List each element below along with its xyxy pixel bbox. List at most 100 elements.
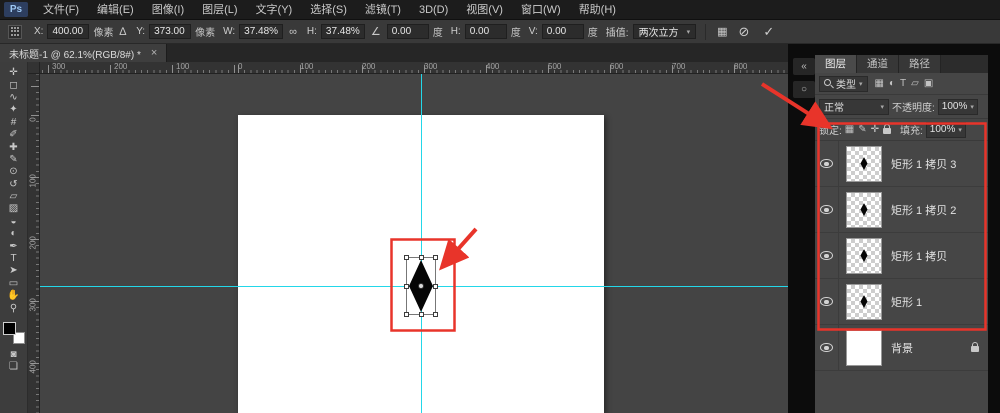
vertical-ruler[interactable]: 0100200300400 bbox=[28, 74, 40, 413]
menu-item[interactable]: 视图(V) bbox=[457, 4, 512, 16]
relative-position-toggle[interactable]: ∆ bbox=[117, 26, 128, 38]
blur-tool[interactable]: ◒ bbox=[2, 216, 26, 228]
vertical-guide[interactable] bbox=[421, 74, 422, 413]
app-logo-icon[interactable]: Ps bbox=[4, 2, 28, 17]
transform-handle-top-middle[interactable] bbox=[419, 255, 424, 260]
clone-stamp-tool[interactable]: ⊙ bbox=[2, 166, 26, 178]
eraser-tool[interactable]: ▱ bbox=[2, 191, 26, 203]
warp-mode-toggle[interactable]: ▦ bbox=[715, 25, 729, 38]
gradient-tool[interactable]: ▨ bbox=[2, 203, 26, 215]
lock-pixels-icon[interactable]: ✎ bbox=[858, 124, 866, 135]
transform-handle-bottom-middle[interactable] bbox=[419, 312, 424, 317]
transform-handle-bottom-left[interactable] bbox=[404, 312, 409, 317]
v-skew-input[interactable]: 0.00 bbox=[542, 24, 584, 39]
transform-handle-top-left[interactable] bbox=[404, 255, 409, 260]
lock-all-icon[interactable] bbox=[883, 128, 891, 134]
quick-selection-tool[interactable]: ✦ bbox=[2, 104, 26, 116]
menu-item[interactable]: 3D(D) bbox=[410, 4, 457, 16]
transform-handle-top-right[interactable] bbox=[433, 255, 438, 260]
shape-tool[interactable]: ▭ bbox=[2, 278, 26, 290]
transform-reference-point[interactable] bbox=[418, 283, 424, 289]
visibility-toggle[interactable] bbox=[815, 325, 839, 370]
menu-item[interactable]: 图像(I) bbox=[143, 4, 193, 16]
panel-tab[interactable]: 通道 bbox=[857, 55, 899, 73]
interpolation-select[interactable]: 两次立方 ▾ bbox=[633, 24, 697, 39]
visibility-toggle[interactable] bbox=[815, 279, 839, 324]
brush-tool[interactable]: ✎ bbox=[2, 154, 26, 166]
dodge-tool[interactable]: ◐ bbox=[2, 228, 26, 240]
menu-item[interactable]: 窗口(W) bbox=[512, 4, 570, 16]
filter-type-layers-icon[interactable]: T bbox=[900, 78, 906, 89]
screen-mode-icon[interactable]: ❏ bbox=[2, 361, 26, 373]
pen-tool[interactable]: ✒ bbox=[2, 240, 26, 252]
crop-tool[interactable]: # bbox=[2, 117, 26, 129]
blend-mode-select[interactable]: 正常 ▾ bbox=[819, 99, 889, 115]
layer-name: 矩形 1 bbox=[891, 294, 988, 310]
path-selection-tool[interactable]: ➤ bbox=[2, 265, 26, 277]
rectangular-marquee-tool[interactable]: ◻ bbox=[2, 79, 26, 91]
eyedropper-tool[interactable]: ✐ bbox=[2, 129, 26, 141]
cancel-transform-button[interactable]: ⊘ bbox=[733, 24, 754, 40]
opacity-select[interactable]: 100% ▾ bbox=[938, 99, 978, 115]
menu-item[interactable]: 文字(Y) bbox=[247, 4, 302, 16]
lock-transparency-icon[interactable]: ▦ bbox=[845, 124, 854, 135]
lock-position-icon[interactable]: ✛ bbox=[871, 124, 879, 135]
reference-point-locator[interactable] bbox=[8, 25, 22, 39]
document-tab[interactable]: 未标题-1 @ 62.1%(RGB/8#) * × bbox=[0, 44, 167, 62]
visibility-toggle[interactable] bbox=[815, 233, 839, 278]
filter-adjustment-layers-icon[interactable]: ◐ bbox=[889, 78, 895, 89]
horizontal-ruler[interactable]: 3002001000100200300400500600700800 bbox=[40, 62, 788, 74]
filter-kind-select[interactable]: 类型 ▾ bbox=[819, 76, 868, 92]
lasso-tool[interactable]: ∿ bbox=[2, 92, 26, 104]
filter-shape-layers-icon[interactable]: ▱ bbox=[911, 78, 919, 89]
type-tool[interactable]: T bbox=[2, 253, 26, 265]
layer-row[interactable]: 矩形 1 bbox=[815, 279, 988, 325]
quick-mask-mode-icon[interactable]: ◙ bbox=[2, 349, 26, 361]
zoom-tool[interactable]: ⚲ bbox=[2, 302, 26, 314]
layer-thumbnail[interactable] bbox=[846, 284, 882, 320]
history-brush-tool[interactable]: ↺ bbox=[2, 179, 26, 191]
menu-item[interactable]: 编辑(E) bbox=[88, 4, 143, 16]
transform-handle-middle-left[interactable] bbox=[404, 284, 409, 289]
move-tool[interactable]: ✛ bbox=[2, 67, 26, 79]
transform-bounding-box[interactable] bbox=[406, 257, 436, 315]
fill-value: 100% bbox=[930, 124, 956, 135]
filter-smart-objects-icon[interactable]: ▣ bbox=[924, 78, 933, 89]
close-tab-icon[interactable]: × bbox=[151, 47, 157, 59]
height-input[interactable]: 37.48% bbox=[321, 24, 365, 39]
transform-handle-middle-right[interactable] bbox=[433, 284, 438, 289]
foreground-color-swatch[interactable] bbox=[3, 322, 16, 335]
panel-tab[interactable]: 路径 bbox=[899, 55, 941, 73]
menu-item[interactable]: 帮助(H) bbox=[570, 4, 625, 16]
expand-panels-icon[interactable]: « bbox=[793, 58, 815, 75]
menu-item[interactable]: 文件(F) bbox=[34, 4, 88, 16]
fill-select[interactable]: 100% ▾ bbox=[926, 122, 966, 138]
panel-tab[interactable]: 图层 bbox=[815, 55, 857, 73]
transform-handle-bottom-right[interactable] bbox=[433, 312, 438, 317]
layer-row[interactable]: 矩形 1 拷贝 bbox=[815, 233, 988, 279]
layer-thumbnail[interactable] bbox=[846, 330, 882, 366]
visibility-toggle[interactable] bbox=[815, 187, 839, 232]
rotation-input[interactable]: 0.00 bbox=[387, 24, 429, 39]
h-skew-input[interactable]: 0.00 bbox=[465, 24, 507, 39]
spot-healing-brush-tool[interactable]: ✚ bbox=[2, 141, 26, 153]
commit-transform-button[interactable]: ✓ bbox=[758, 24, 779, 40]
layer-thumbnail[interactable] bbox=[846, 192, 882, 228]
menu-item[interactable]: 滤镜(T) bbox=[356, 4, 410, 16]
layer-row[interactable]: 矩形 1 拷贝 3 bbox=[815, 141, 988, 187]
filter-pixel-layers-icon[interactable]: ▦ bbox=[875, 78, 884, 89]
x-input[interactable]: 400.00 bbox=[47, 24, 89, 39]
y-input[interactable]: 373.00 bbox=[149, 24, 191, 39]
dock-panel-icon[interactable]: ○ bbox=[793, 81, 815, 98]
layer-row[interactable]: 矩形 1 拷贝 2 bbox=[815, 187, 988, 233]
menu-item[interactable]: 选择(S) bbox=[301, 4, 356, 16]
layer-thumbnail[interactable] bbox=[846, 146, 882, 182]
maintain-aspect-link-icon[interactable]: ∞ bbox=[287, 26, 299, 38]
width-input[interactable]: 37.48% bbox=[239, 24, 283, 39]
hand-tool[interactable]: ✋ bbox=[2, 290, 26, 302]
menu-item[interactable]: 图层(L) bbox=[193, 4, 246, 16]
layer-thumbnail[interactable] bbox=[846, 238, 882, 274]
canvas-area[interactable] bbox=[40, 74, 788, 413]
layer-row[interactable]: 背景 bbox=[815, 325, 988, 371]
visibility-toggle[interactable] bbox=[815, 141, 839, 186]
